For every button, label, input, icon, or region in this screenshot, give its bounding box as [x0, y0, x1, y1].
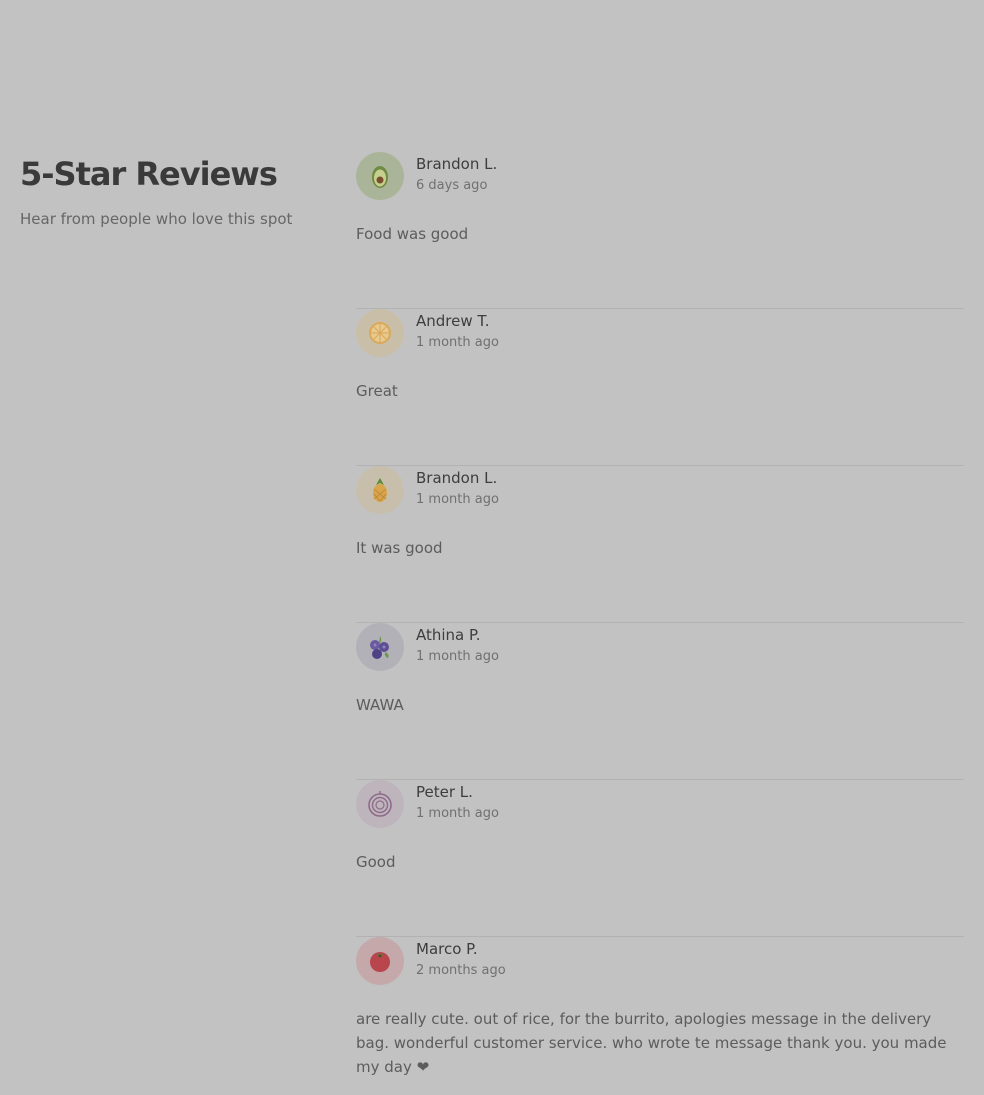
review-item: Andrew T. 1 month ago Great — [356, 309, 964, 466]
review-date: 1 month ago — [416, 492, 499, 507]
review-date: 1 month ago — [416, 649, 499, 664]
reviewer-name: Brandon L. — [416, 469, 498, 487]
reviews-header: 5-Star Reviews Hear from people who love… — [20, 152, 320, 230]
reviewer-name: Peter L. — [416, 783, 473, 801]
review-item: Brandon L. 1 month ago It was good — [356, 466, 964, 623]
reviewer-name: Marco P. — [416, 940, 478, 958]
reviews-list: Brandon L. 6 days ago Food was good Andr… — [356, 152, 964, 1079]
section-subtitle: Hear from people who love this spot — [20, 210, 293, 228]
review-item: Athina P. 1 month ago WAWA — [356, 623, 964, 780]
review-text: WAWA — [356, 696, 404, 714]
orange-slice-icon — [356, 309, 404, 357]
review-text: Good — [356, 853, 396, 871]
tomato-icon — [356, 937, 404, 985]
review-date: 1 month ago — [416, 335, 499, 350]
avocado-icon — [356, 152, 404, 200]
section-title: 5-Star Reviews — [20, 155, 278, 193]
review-item: Marco P. 2 months ago are really cute. o… — [356, 937, 964, 1079]
reviewer-name: Andrew T. — [416, 312, 490, 330]
review-item: Peter L. 1 month ago Good — [356, 780, 964, 937]
page: 5-Star Reviews Hear from people who love… — [0, 0, 984, 1095]
review-item: Brandon L. 6 days ago Food was good — [356, 152, 964, 309]
review-date: 2 months ago — [416, 963, 506, 978]
reviewer-name: Athina P. — [416, 626, 481, 644]
review-date: 6 days ago — [416, 178, 488, 193]
reviewer-name: Brandon L. — [416, 155, 498, 173]
review-text: It was good — [356, 539, 443, 557]
blueberries-icon — [356, 623, 404, 671]
review-text: Food was good — [356, 225, 469, 243]
review-text: are really cute. out of rice, for the bu… — [356, 1010, 947, 1076]
onion-icon — [356, 780, 404, 828]
pineapple-icon — [356, 466, 404, 514]
review-text: Great — [356, 382, 398, 400]
review-date: 1 month ago — [416, 806, 499, 821]
